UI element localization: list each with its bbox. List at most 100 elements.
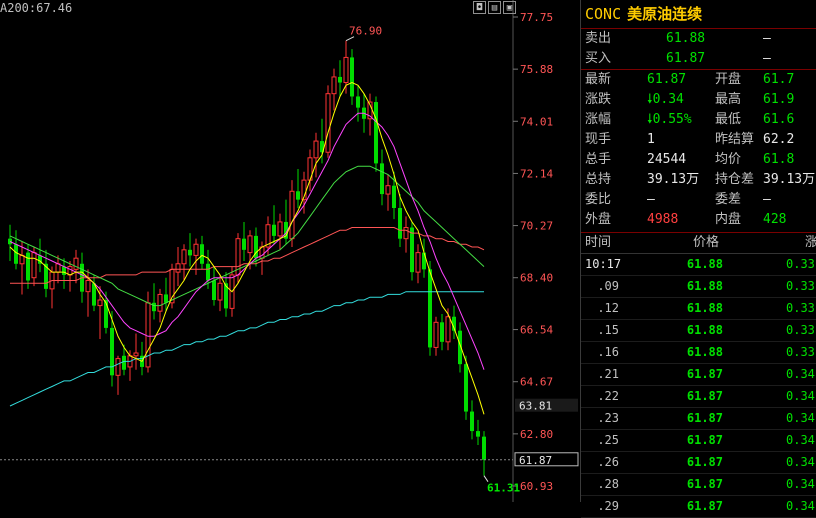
- candle-body: [212, 280, 216, 301]
- kline-svg[interactable]: 77.75 75.88 74.01 72.14 70.27 68.40 66.54 64.67…: [0, 0, 580, 502]
- tick-change: 0.34: [786, 477, 815, 491]
- tick-change: 0.34: [786, 389, 815, 403]
- stat-label: 涨幅: [585, 112, 612, 127]
- instrument-title: CONC 美原油连续: [581, 0, 816, 29]
- quote-panel: CONC 美原油连续 卖出 61.88 — 买入 61.87 — 最新 61.87 开…: [580, 0, 816, 518]
- candle-body: [62, 266, 66, 275]
- buy-row: 买入 61.87 —: [581, 49, 816, 69]
- candle-body: [422, 252, 426, 270]
- tick-row[interactable]: .28 61.87 0.34: [581, 474, 816, 496]
- tick-time: .12: [597, 301, 619, 315]
- tick-row[interactable]: 10:17 61.88 0.33: [581, 254, 816, 276]
- tick-row[interactable]: .22 61.87 0.34: [581, 386, 816, 408]
- candle-body: [217, 282, 223, 301]
- tick-price: 61.88: [686, 323, 723, 337]
- candle-body: [157, 293, 163, 312]
- candle-body: [392, 185, 396, 209]
- tick-price: 61.87: [686, 433, 723, 447]
- tick-price: 61.87: [686, 367, 723, 381]
- tick-price: 61.88: [686, 257, 723, 271]
- tick-change: 0.33: [786, 279, 815, 293]
- candle-body: [482, 436, 486, 460]
- stat-value: 24544: [647, 152, 687, 167]
- tick-row[interactable]: .12 61.88 0.33: [581, 298, 816, 320]
- stat-label: 最低: [715, 112, 742, 127]
- restore-icon[interactable]: ◘: [473, 1, 486, 14]
- candle-body: [296, 191, 300, 200]
- tick-change: 0.34: [786, 433, 815, 447]
- stat-label: 总持: [585, 172, 612, 187]
- sell-price: 61.88: [666, 31, 706, 46]
- order-book: 卖出 61.88 — 买入 61.87 —: [581, 29, 816, 70]
- candle-body: [110, 327, 114, 376]
- tick-change: 0.34: [786, 499, 815, 513]
- stat-label: 昨结算: [715, 132, 755, 147]
- ma200-readout: A200:67.46: [0, 1, 73, 15]
- tick-time: 10:17: [585, 257, 622, 271]
- tick-change: 0.34: [786, 411, 815, 425]
- candle-body: [338, 76, 342, 83]
- candle-body: [470, 411, 474, 432]
- maximize-icon[interactable]: ▣: [503, 1, 516, 14]
- candle-body: [343, 56, 349, 84]
- ticks-price-header: 价格: [693, 235, 720, 250]
- candle-body: [193, 243, 199, 256]
- stat-label: 总手: [585, 152, 612, 167]
- tick-time: .21: [597, 367, 619, 381]
- sell-row: 卖出 61.88 —: [581, 29, 816, 49]
- stats-row: 涨跌 🠗0.34 最高 61.9: [581, 90, 816, 110]
- ticks-header: 时间 价格 涨: [581, 233, 816, 254]
- tick-row[interactable]: .29 61.87 0.34: [581, 496, 816, 518]
- stats-row: 外盘 4988 内盘 428: [581, 210, 816, 230]
- tick-row[interactable]: .26 61.87 0.34: [581, 452, 816, 474]
- tick-row[interactable]: .15 61.88 0.33: [581, 320, 816, 342]
- stat-label: 涨跌: [585, 92, 612, 107]
- y-tick-label: 62.80: [520, 428, 553, 441]
- candle-body: [476, 431, 480, 437]
- stat-value: 61.8: [763, 152, 795, 167]
- buy-volume: —: [763, 51, 771, 66]
- candle-body: [14, 244, 18, 264]
- tick-time: .09: [597, 279, 619, 293]
- tick-price: 61.88: [686, 345, 723, 359]
- candle-body: [31, 252, 37, 279]
- candle-body: [272, 224, 276, 236]
- stat-value: 39.13万: [763, 172, 816, 187]
- tick-row[interactable]: .09 61.88 0.33: [581, 276, 816, 298]
- stat-value: 4988: [647, 212, 679, 227]
- tick-price: 61.87: [686, 455, 723, 469]
- stat-label: 均价: [715, 152, 742, 167]
- tick-row[interactable]: .25 61.87 0.34: [581, 430, 816, 452]
- buy-label: 买入: [585, 51, 612, 66]
- candlestick-chart[interactable]: 77.75 75.88 74.01 72.14 70.27 68.40 66.54 64.67…: [0, 0, 580, 502]
- candle-body: [175, 263, 181, 273]
- y-tick-label: 72.14: [520, 167, 553, 180]
- layout-icon[interactable]: ▤: [488, 1, 501, 14]
- candle-body: [206, 263, 210, 281]
- tick-row[interactable]: .23 61.87 0.34: [581, 408, 816, 430]
- candle-body: [164, 294, 168, 303]
- tick-time: .29: [597, 499, 619, 513]
- y-tick-label: 77.75: [520, 11, 553, 24]
- ticks-list[interactable]: 10:17 61.88 0.33.09 61.88 0.33.12 61.88 0.33.1…: [581, 254, 816, 518]
- y-tick-label: 74.01: [520, 115, 553, 128]
- stat-value: 61.6: [763, 112, 795, 127]
- stat-label: 开盘: [715, 72, 742, 87]
- tick-time: .16: [597, 345, 619, 359]
- candle-body: [464, 364, 468, 412]
- tick-change: 0.34: [786, 367, 815, 381]
- candle-body: [440, 322, 444, 342]
- tick-row[interactable]: .16 61.88 0.33: [581, 342, 816, 364]
- candle-body: [152, 302, 156, 312]
- stat-label: 委比: [585, 192, 612, 207]
- stat-label: 最新: [585, 72, 612, 87]
- candle-body: [133, 352, 139, 357]
- instrument-name: 美原油连续: [627, 5, 703, 23]
- stat-value: 61.87: [647, 72, 687, 87]
- stat-value: —: [647, 192, 655, 207]
- candle-body: [410, 227, 414, 273]
- tick-row[interactable]: .21 61.87 0.34: [581, 364, 816, 386]
- tick-time: .26: [597, 455, 619, 469]
- stat-value: 39.13万: [647, 172, 700, 187]
- stat-label: 外盘: [585, 212, 612, 227]
